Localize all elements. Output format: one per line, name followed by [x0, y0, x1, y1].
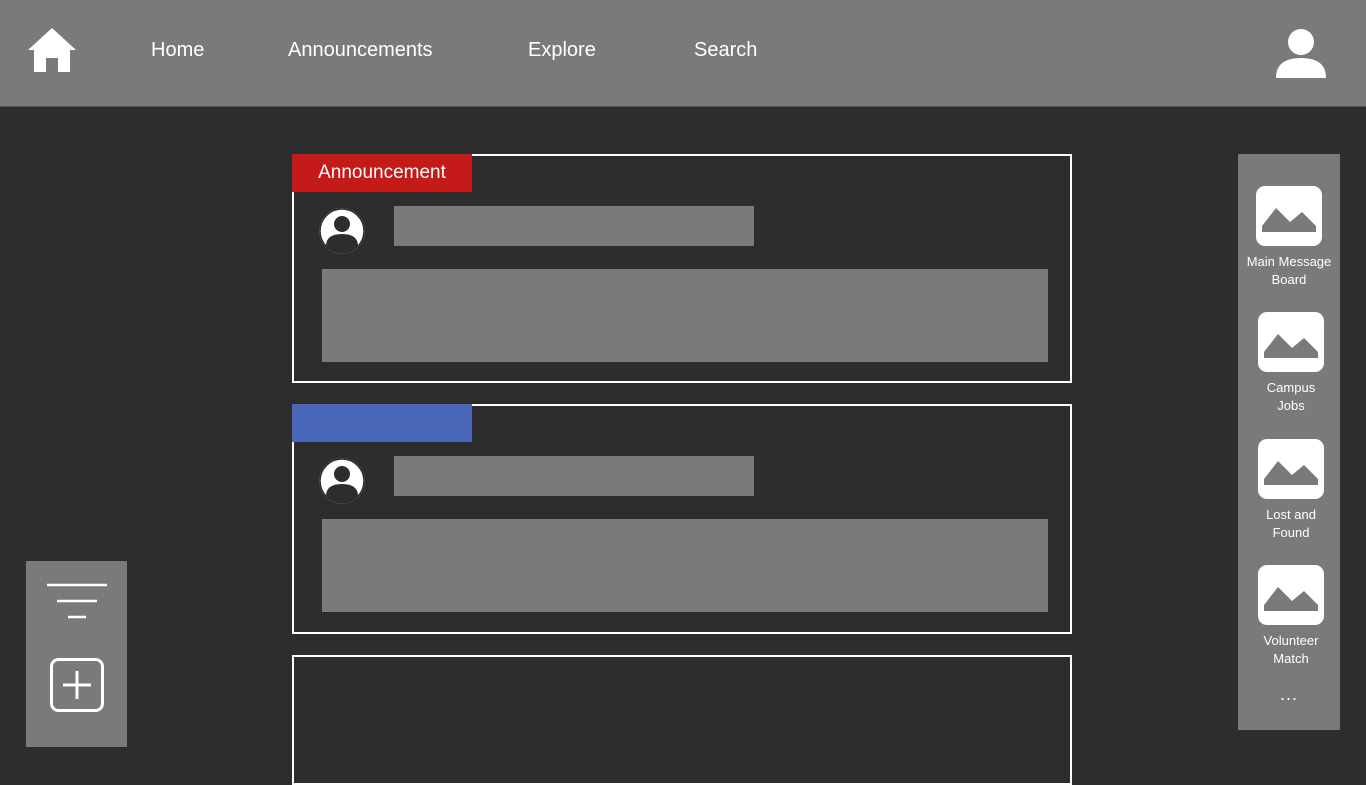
add-post-icon[interactable]: [50, 658, 104, 712]
user-icon[interactable]: [1274, 28, 1328, 80]
image-icon: [1258, 312, 1324, 372]
post-card[interactable]: [292, 404, 1072, 634]
board-label: Board: [1271, 272, 1307, 287]
board-label: Lost and: [1266, 507, 1316, 522]
category-tag: [292, 404, 472, 442]
avatar-icon: [317, 206, 367, 256]
image-icon: [1258, 439, 1324, 499]
board-main-message-board[interactable]: Main Message Board: [1238, 186, 1340, 290]
board-label: Found: [1272, 525, 1310, 540]
board-lost-and-found[interactable]: Lost and Found: [1238, 439, 1340, 543]
top-nav-bar: Home Announcements Explore Search: [0, 0, 1366, 107]
more-boards-button[interactable]: ...: [1238, 684, 1340, 705]
boards-panel: Main Message Board Campus Jobs Lost and …: [1238, 154, 1340, 730]
board-label: Match: [1273, 651, 1309, 666]
nav-link-announcements[interactable]: Announcements: [288, 38, 433, 62]
post-body-placeholder: [322, 519, 1048, 612]
post-title-placeholder: [394, 456, 754, 496]
board-label: Main Message: [1246, 254, 1332, 269]
post-body-placeholder: [322, 269, 1048, 362]
board-volunteer-match[interactable]: Volunteer Match: [1238, 565, 1340, 669]
nav-link-search[interactable]: Search: [694, 38, 757, 62]
image-icon: [1256, 186, 1322, 246]
image-icon: [1258, 565, 1324, 625]
board-campus-jobs[interactable]: Campus Jobs: [1238, 312, 1340, 416]
tool-panel: [26, 561, 127, 747]
house-icon[interactable]: [26, 26, 78, 74]
announcement-tag: Announcement: [292, 154, 472, 192]
avatar-icon: [317, 456, 367, 506]
post-card[interactable]: Announcement: [292, 154, 1072, 383]
board-label: Volunteer: [1263, 633, 1319, 648]
board-label: Campus: [1266, 380, 1316, 395]
board-label: Jobs: [1277, 398, 1305, 413]
post-title-placeholder: [394, 206, 754, 246]
filter-icon[interactable]: [46, 583, 108, 621]
post-card[interactable]: [292, 655, 1072, 785]
nav-link-home[interactable]: Home: [151, 38, 204, 62]
nav-link-explore[interactable]: Explore: [528, 38, 596, 62]
